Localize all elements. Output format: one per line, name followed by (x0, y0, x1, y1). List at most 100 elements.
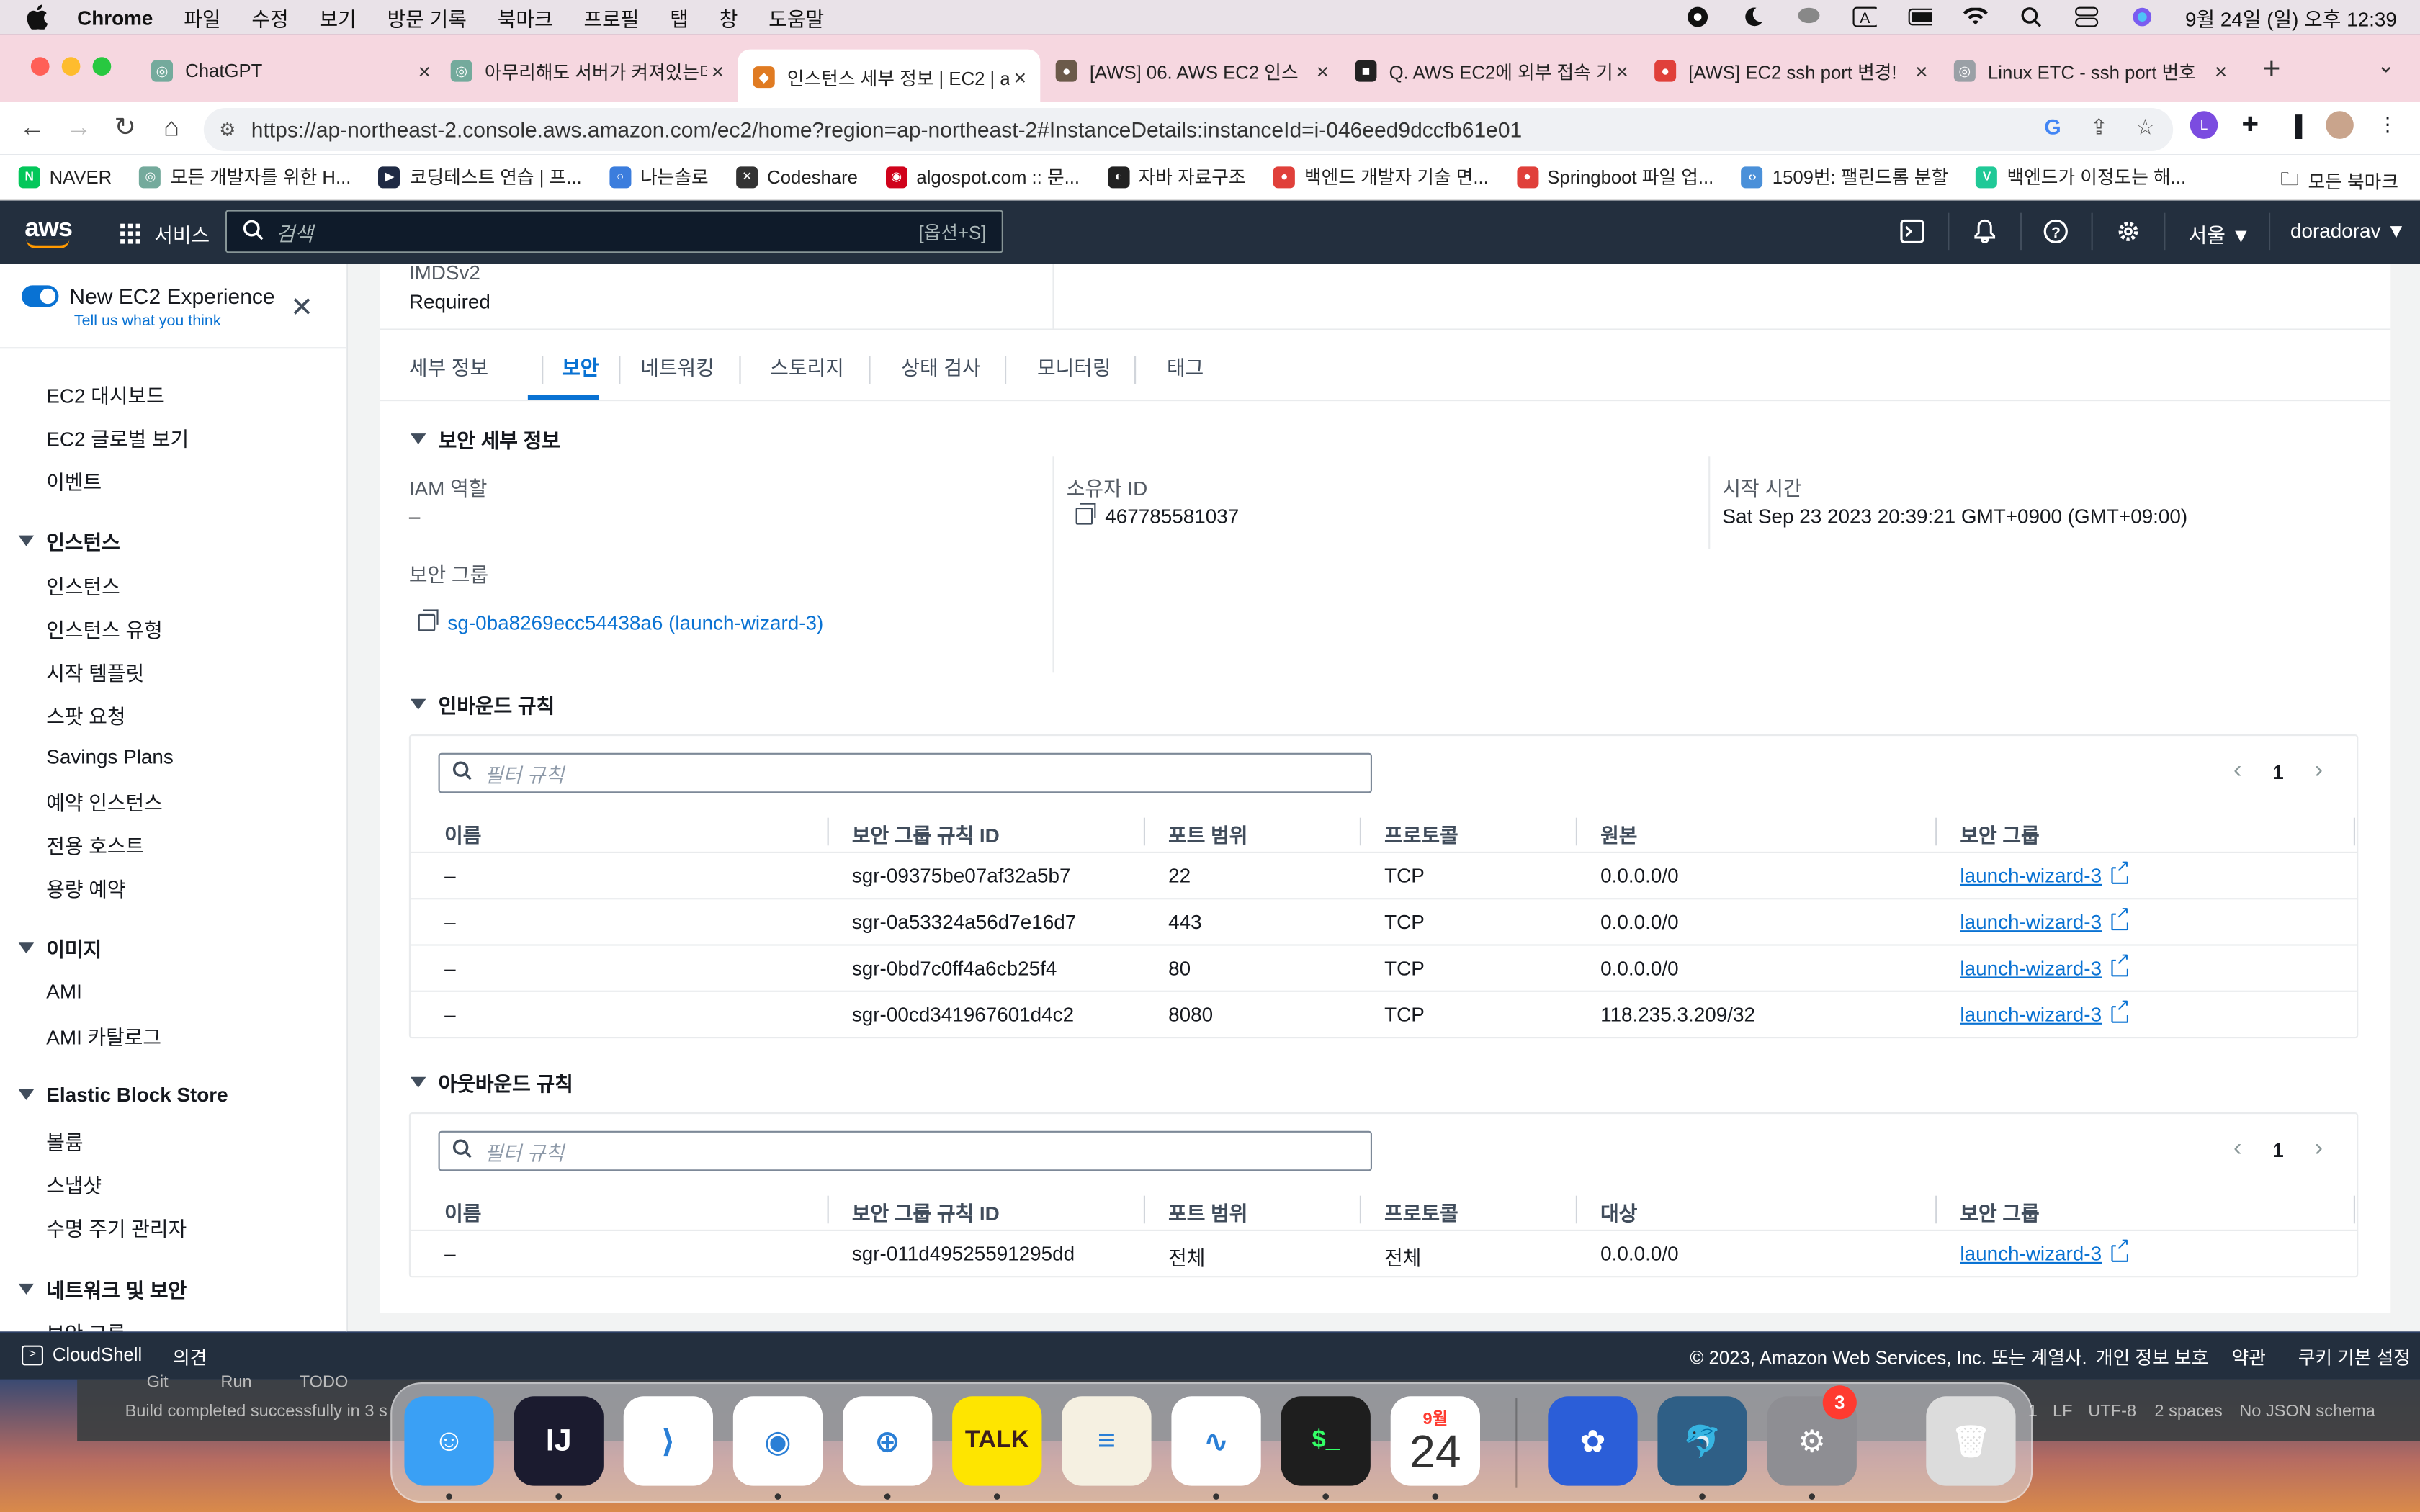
menu-window[interactable]: 창 (720, 2, 738, 32)
page-number[interactable]: 1 (2272, 760, 2284, 783)
sidebar-item-dedicated-hosts[interactable]: 전용 호스트 (46, 830, 144, 860)
tab-security[interactable]: 보안 (544, 352, 616, 382)
share-icon[interactable]: ⇪ (2087, 114, 2111, 139)
tab-status-checks[interactable]: 상태 검사 (901, 352, 980, 382)
sidebar-item-events[interactable]: 이벤트 (46, 466, 102, 495)
column-header[interactable]: 포트 범위 (1168, 1197, 1247, 1227)
outbound-rules-header[interactable]: 아웃바운드 규칙 (411, 1068, 573, 1097)
finder-icon[interactable]: ☺ (404, 1396, 494, 1486)
extensions-puzzle-icon[interactable]: ✚ (2236, 111, 2264, 139)
security-group-link[interactable]: launch-wizard-3 (1960, 1237, 2130, 1265)
close-tab-icon[interactable]: × (1911, 58, 1932, 83)
sidebar-section-ebs[interactable]: Elastic Block Store (18, 1083, 228, 1106)
safari-icon[interactable]: ⊕ (843, 1396, 933, 1486)
chevron-left-icon[interactable]: ‹ (2233, 757, 2241, 786)
mysql-workbench-icon[interactable]: 🐬 (1657, 1396, 1747, 1486)
sidebar-section-instances[interactable]: 인스턴스 (18, 526, 120, 556)
sidebar-item-reserved-instances[interactable]: 예약 인스턴스 (46, 787, 163, 816)
calendar-icon[interactable]: 9월 24 (1390, 1396, 1480, 1486)
settings-gear-icon[interactable] (2115, 217, 2143, 246)
sidebar-item-global-view[interactable]: EC2 글로벌 보기 (46, 423, 189, 452)
sidebar-item-spot-requests[interactable]: 스팟 요청 (46, 701, 125, 730)
cloudshell-button[interactable]: > CloudShell (22, 1344, 142, 1365)
sidebar-item-security-groups[interactable]: 보안 그룹 (46, 1318, 125, 1331)
sidebar-item-ami[interactable]: AMI (46, 980, 82, 1003)
bookmark-item[interactable]: ○ 나는솔로 (609, 163, 709, 189)
column-header[interactable]: 포트 범위 (1168, 819, 1247, 849)
browser-tab-5[interactable]: ■ Q. AWS EC2에 외부 접속 기 × (1340, 43, 1642, 99)
bookmark-item[interactable]: ● Springboot 파일 업... (1516, 163, 1713, 189)
close-tab-icon[interactable]: × (1312, 58, 1333, 83)
sidebar-item-instance-types[interactable]: 인스턴스 유형 (46, 614, 163, 644)
sidebar-item-ec2-dashboard[interactable]: EC2 대시보드 (46, 379, 164, 409)
profile-avatar[interactable] (2326, 111, 2354, 139)
column-header[interactable]: 이름 (444, 819, 481, 849)
url-text[interactable]: https://ap-northeast-2.console.aws.amazo… (251, 117, 1522, 142)
ide-line-ending[interactable]: LF (2053, 1403, 2073, 1421)
copy-icon[interactable] (418, 609, 439, 631)
site-info-icon[interactable]: ⚙ (219, 119, 236, 140)
minimize-window-button[interactable] (61, 57, 81, 76)
security-group-link[interactable]: launch-wizard-3 (1960, 952, 2130, 980)
bookmark-item[interactable]: ● 백엔드 개발자 기술 면... (1273, 163, 1489, 189)
close-window-button[interactable] (30, 57, 50, 76)
cloudshell-icon[interactable] (1899, 217, 1927, 246)
column-header[interactable]: 대상 (1600, 1197, 1637, 1227)
chevron-right-icon[interactable]: › (2315, 1135, 2323, 1164)
back-arrow-icon[interactable]: ← (15, 111, 49, 145)
column-header[interactable]: 프로토콜 (1384, 1197, 1458, 1227)
column-header[interactable]: 이름 (444, 1197, 481, 1227)
battery-icon[interactable] (1907, 6, 1932, 28)
siri-icon[interactable] (2130, 6, 2154, 28)
trash-icon[interactable]: 🗑 (1926, 1396, 2016, 1486)
freeform-icon[interactable]: ∿ (1171, 1396, 1261, 1486)
apple-icon[interactable] (26, 4, 50, 30)
spotlight-search-icon[interactable] (2019, 6, 2043, 28)
close-icon[interactable]: ✕ (290, 292, 313, 324)
menu-view[interactable]: 보기 (320, 2, 357, 32)
grape-icon[interactable]: ✿ (1548, 1396, 1638, 1486)
bookmark-item[interactable]: ◉ algospot.com :: 문... (885, 163, 1080, 189)
chevron-right-icon[interactable]: › (2315, 757, 2323, 786)
tab-details[interactable]: 세부 정보 (409, 352, 488, 382)
ide-indent[interactable]: 2 spaces (2154, 1403, 2222, 1421)
vscode-icon[interactable]: ⟩ (623, 1396, 713, 1486)
all-bookmarks-folder[interactable]: 🗀 모든 북마크 (2280, 165, 2398, 197)
privacy-link[interactable]: 개인 정보 보호 (2096, 1344, 2208, 1369)
google-lens-icon[interactable]: G (2040, 114, 2065, 139)
security-group-link[interactable]: launch-wizard-3 (1960, 998, 2130, 1026)
wifi-icon[interactable] (1963, 6, 1988, 28)
terms-link[interactable]: 약관 (2232, 1344, 2266, 1369)
more-vert-icon[interactable]: ⋮ (2374, 111, 2402, 139)
ide-tool-todo[interactable]: TODO (300, 1373, 349, 1392)
aws-logo[interactable]: aws (24, 213, 73, 248)
close-tab-icon[interactable]: × (1611, 58, 1633, 83)
forward-arrow-icon[interactable]: → (62, 111, 96, 145)
outbound-filter-input[interactable]: 필터 규칙 (438, 1130, 1372, 1171)
notifications-bell-icon[interactable] (1971, 217, 1999, 246)
intellij-icon[interactable]: IJ (514, 1396, 604, 1486)
ide-tool-git[interactable]: Git (147, 1373, 169, 1392)
sidebar-section-network-security[interactable]: 네트워크 및 보안 (18, 1274, 187, 1304)
browser-tab-7[interactable]: ◎ Linux ETC - ssh port 번호 × (1938, 43, 2241, 99)
browser-tab-3[interactable]: ◆ 인스턴스 세부 정보 | EC2 | a × (738, 49, 1041, 105)
column-header[interactable]: 보안 그룹 규칙 ID (852, 1197, 1000, 1227)
menu-help[interactable]: 도움말 (768, 2, 824, 32)
status-app-icon[interactable] (1685, 6, 1710, 28)
sidebar-item-ami-catalog[interactable]: AMI 카탈로그 (46, 1022, 161, 1051)
feedback-button[interactable]: 의견 (173, 1344, 207, 1369)
services-menu-button[interactable]: 서비스 (120, 219, 210, 248)
new-tab-button[interactable]: + (2262, 53, 2280, 88)
ide-tool-run[interactable]: Run (220, 1373, 251, 1392)
bookmark-item[interactable]: ‹› 1509번: 팰린드롬 분할 (1741, 163, 1948, 189)
bookmark-item[interactable]: ◐ 자바 자료구조 (1107, 163, 1246, 189)
close-tab-icon[interactable]: × (707, 58, 728, 83)
terminal-icon[interactable]: $_ (1281, 1396, 1371, 1486)
feedback-link[interactable]: Tell us what you think (74, 313, 221, 330)
region-selector[interactable]: 서울 ▼ (2189, 219, 2251, 248)
sidebar-item-savings-plans[interactable]: Savings Plans (46, 745, 174, 768)
menu-edit[interactable]: 수정 (251, 2, 288, 32)
menu-history[interactable]: 방문 기록 (387, 2, 467, 32)
address-bar[interactable]: ⚙ https://ap-northeast-2.console.aws.ama… (203, 108, 2174, 151)
tab-tags[interactable]: 태그 (1167, 352, 1204, 382)
